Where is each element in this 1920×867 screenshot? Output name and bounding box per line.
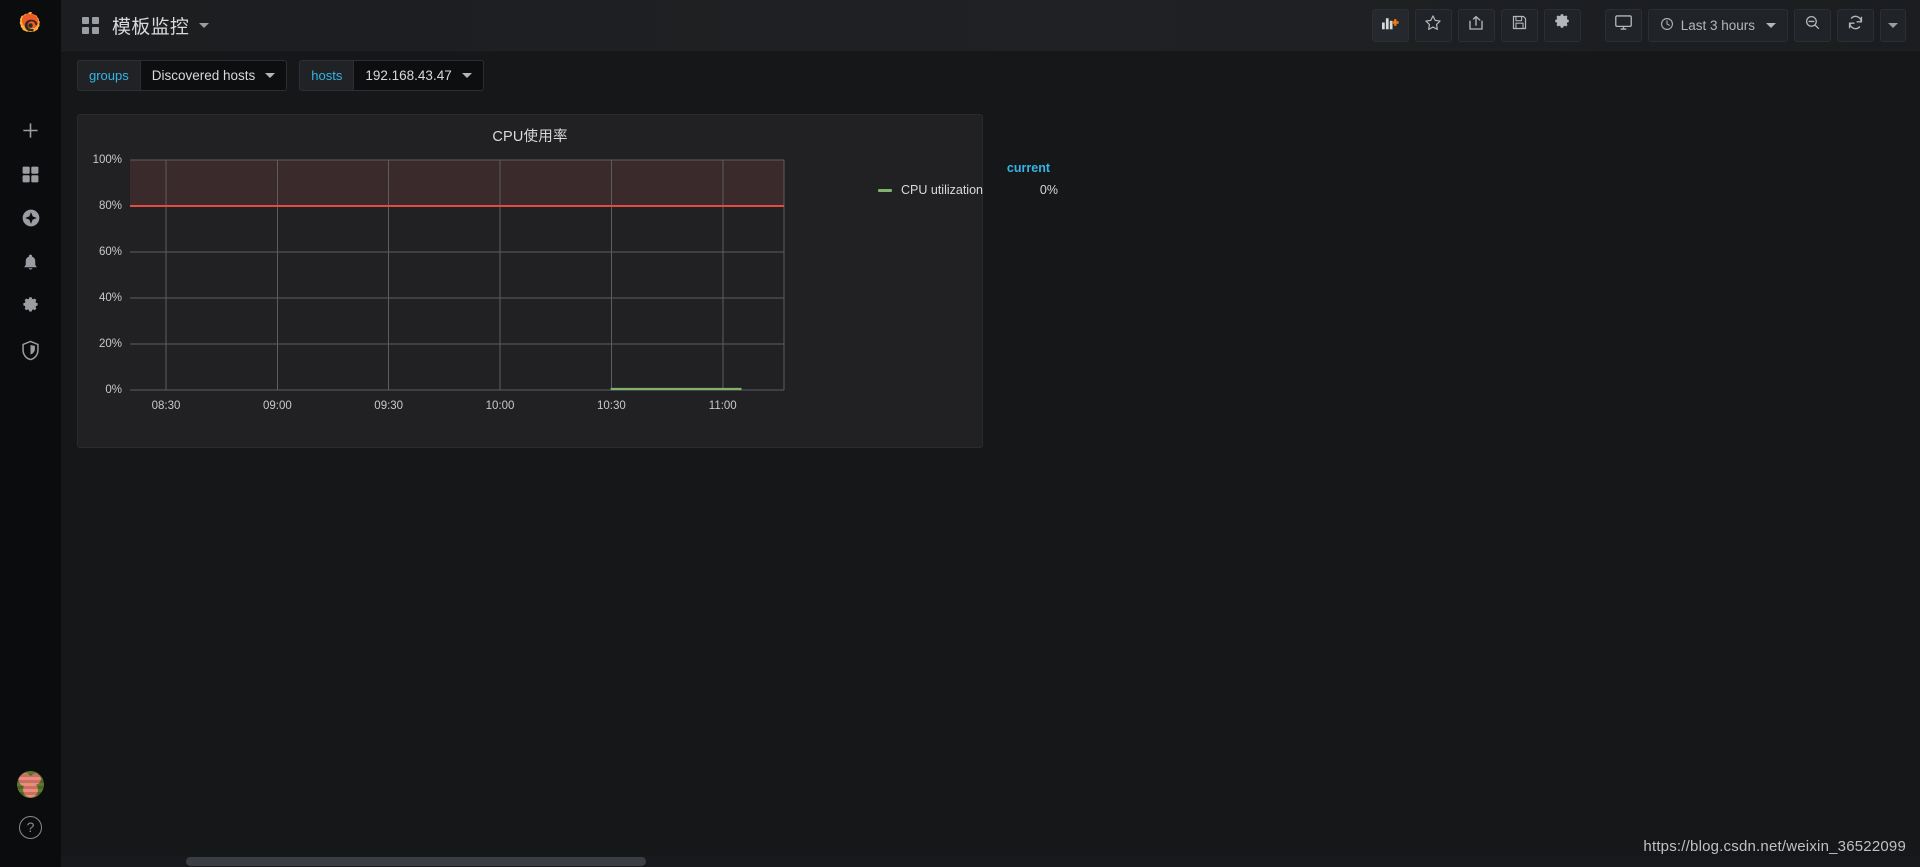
navbar-left: 模板监控 [61,12,210,39]
sidebar-item-alerting[interactable] [0,240,61,284]
page-title[interactable]: 模板监控 [112,12,189,39]
chevron-down-icon [1888,22,1898,28]
watermark-url: https://blog.csdn.net/weixin_36522099 [1643,838,1906,855]
y-axis-tick-label: 40% [98,292,122,304]
variable-label-groups: groups [77,60,140,91]
graph-legend: current CPU utilization 0% [878,161,1058,199]
star-button[interactable] [1414,8,1452,42]
share-button[interactable] [1457,8,1495,42]
x-axis-tick-label: 09:00 [262,400,292,412]
refresh-interval-button[interactable] [1880,8,1906,42]
save-button[interactable] [1500,8,1538,42]
template-variable-groups: groups Discovered hosts [77,60,288,91]
zoom-out-icon [1804,14,1821,36]
variable-value-groups: Discovered hosts [151,68,256,83]
legend-column-header[interactable]: current [878,161,1058,181]
top-navbar: 模板监控 Last 3 hours [61,0,1920,51]
help-icon[interactable]: ? [19,816,42,839]
navbar-right: Last 3 hours [1371,8,1920,42]
legend-series-row[interactable]: CPU utilization 0% [878,181,1058,199]
y-axis-tick-label: 0% [105,384,122,396]
dashboards-grid-icon [21,165,40,184]
legend-series-value: 0% [1039,183,1058,197]
add-panel-icon [1381,14,1400,36]
horizontal-scrollbar[interactable] [61,856,1920,867]
grafana-dashboard-page: ? 模板监控 Last 3 hours groups Discovered ho… [0,0,1920,867]
add-panel-button[interactable] [1371,8,1409,42]
dashboard-submenu: groups Discovered hosts hosts 192.168.43… [61,51,1920,100]
sidebar-bottom-menu: ? [17,771,44,867]
zoom-out-button[interactable] [1794,8,1831,42]
legend-color-swatch [878,188,892,192]
sidebar-item-server-admin[interactable] [0,328,61,372]
time-range-label: Last 3 hours [1680,17,1755,33]
chevron-down-icon[interactable] [199,22,210,28]
graph-svg[interactable] [78,149,984,449]
variable-select-groups[interactable]: Discovered hosts [139,60,288,91]
y-axis-tick-label: 60% [98,246,122,258]
x-axis-tick-label: 10:00 [485,400,515,412]
time-range-picker[interactable]: Last 3 hours [1647,8,1788,42]
plus-icon [21,121,40,140]
sidebar-item-explore[interactable] [0,196,61,240]
chevron-down-icon [265,73,276,78]
dashboards-grid-icon [82,16,99,34]
gear-icon [1553,13,1571,37]
sidebar-main-menu [0,108,61,372]
grafana-logo-icon[interactable] [0,0,61,51]
sidebar-item-create[interactable] [0,108,61,152]
bell-icon [21,253,40,272]
save-icon [1511,14,1528,36]
y-axis-tick-label: 20% [98,338,122,350]
variable-value-hosts: 192.168.43.47 [365,68,452,83]
variable-label-hosts: hosts [299,60,354,91]
dashboard-settings-button[interactable] [1543,8,1581,42]
sidebar-item-dashboards[interactable] [0,152,61,196]
x-axis-tick-label: 11:00 [708,400,737,412]
x-axis-tick-label: 09:30 [374,400,404,412]
sidebar-item-configuration[interactable] [0,284,61,328]
refresh-icon [1847,14,1864,36]
monitor-icon [1614,14,1633,36]
legend-series-name: CPU utilization [901,183,983,197]
chevron-down-icon [1766,22,1776,28]
sidebar: ? [0,0,61,867]
star-icon [1424,14,1442,37]
graph-plot-area[interactable]: 0% 20% 40% 60% 80% 100% 08:30 09:00 09:30 10:00 10… [78,149,1058,449]
avatar[interactable] [17,771,44,798]
gear-icon [21,296,40,316]
refresh-button[interactable] [1837,8,1874,42]
kiosk-mode-button[interactable] [1604,8,1642,42]
compass-icon [21,208,41,228]
scrollbar-thumb[interactable] [186,857,646,866]
template-variable-hosts: hosts 192.168.43.47 [299,60,484,91]
shield-icon [21,340,40,361]
panel-cpu-usage[interactable]: CPU使用率 0% 20% 40% 60% 80% 100% 08:30 09:00 09:30… [77,114,1058,449]
y-axis-tick-label: 100% [92,154,122,166]
x-axis-tick-label: 08:30 [151,400,181,412]
variable-select-hosts[interactable]: 192.168.43.47 [353,60,484,91]
share-icon [1467,14,1485,37]
y-axis-tick-label: 80% [98,200,122,212]
clock-icon [1660,17,1674,34]
chevron-down-icon [461,73,472,78]
x-axis-tick-label: 10:30 [597,400,626,412]
panel-title[interactable]: CPU使用率 [78,115,982,146]
